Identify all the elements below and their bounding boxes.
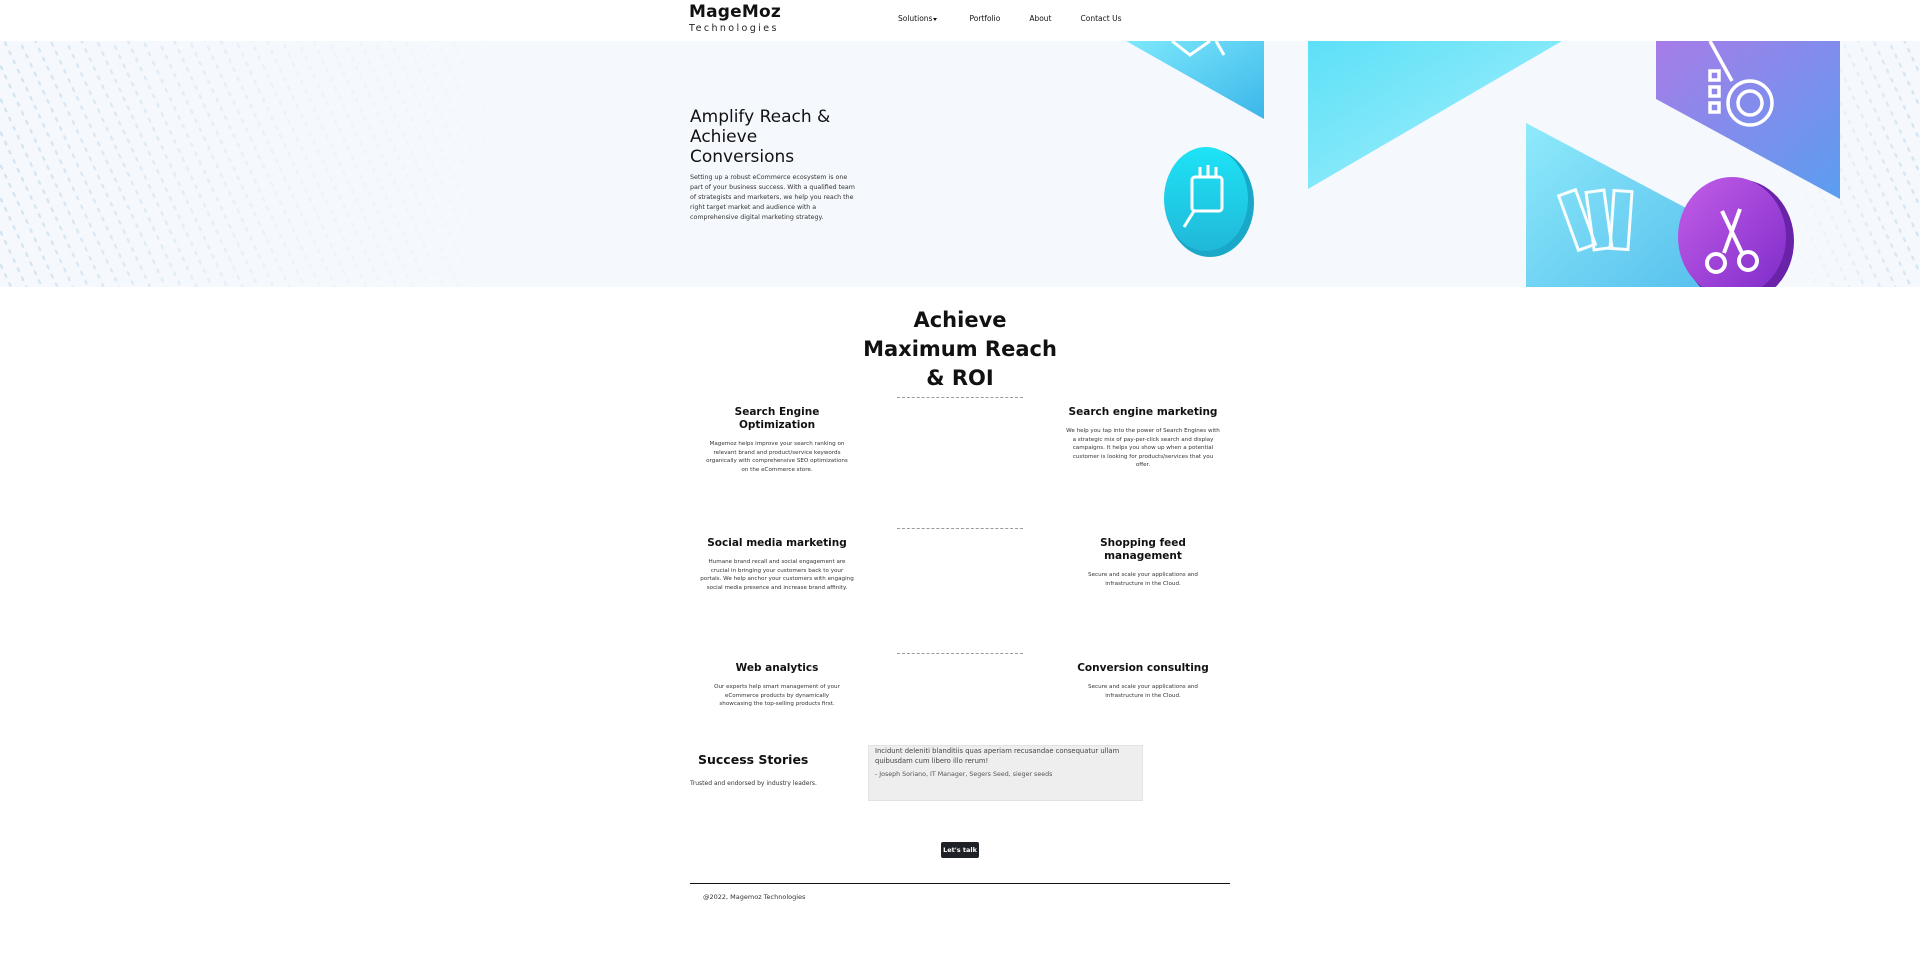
testimonial-card: Incidunt deleniti blanditiis quas aperia… xyxy=(868,745,1143,801)
hero-description: Setting up a robust eCommerce ecosystem … xyxy=(690,174,855,221)
hero-content: Amplify Reach & Achieve Conversions Sett… xyxy=(690,107,860,223)
nav-item-about[interactable]: About xyxy=(1029,14,1051,23)
divider xyxy=(897,653,1023,654)
footer-copyright: @2022, Magemoz Technologies xyxy=(703,893,806,901)
testimonial-quote: Incidunt deleniti blanditiis quas aperia… xyxy=(875,747,1120,765)
site-header: MageMoz Technologies Solutions Portfolio… xyxy=(0,0,1920,41)
service-description: Magemoz helps improve your search rankin… xyxy=(706,441,848,473)
chevron-down-icon xyxy=(933,17,938,21)
success-stories-subtitle: Trusted and endorsed by industry leaders… xyxy=(690,780,817,787)
testimonial-author: - Joseph Soriano, IT Manager, Segers See… xyxy=(875,771,1053,778)
service-card-sem: Search engine marketing We help you tap … xyxy=(1066,406,1220,470)
success-stories-title: Success Stories xyxy=(698,752,809,767)
service-title: Search engine marketing xyxy=(1068,406,1218,418)
brand-tagline: Technologies xyxy=(689,23,779,34)
service-description: Humane brand recall and social engagemen… xyxy=(700,559,854,591)
nav-item-contact[interactable]: Contact Us xyxy=(1081,14,1122,23)
service-title: Conversion consulting xyxy=(1077,662,1209,674)
services-section-title: Achieve Maximum Reach & ROI xyxy=(863,308,1057,390)
main-nav: Solutions Portfolio About Contact Us xyxy=(898,14,1121,23)
hero-banner: Amplify Reach & Achieve Conversions Sett… xyxy=(0,41,1920,287)
service-card-conversion: Conversion consulting Secure and scale y… xyxy=(1066,662,1220,700)
service-description: Secure and scale your applications and i… xyxy=(1088,572,1198,587)
service-title: Shopping feed management xyxy=(1100,537,1186,562)
service-card-seo: Search Engine Optimization Magemoz helps… xyxy=(700,406,854,474)
service-card-shopping-feed: Shopping feed management Secure and scal… xyxy=(1066,537,1220,588)
nav-label: Solutions xyxy=(898,14,933,23)
service-description: Secure and scale your applications and i… xyxy=(1088,684,1198,699)
service-description: Our experts help smart management of you… xyxy=(714,684,840,707)
nav-item-portfolio[interactable]: Portfolio xyxy=(969,14,1000,23)
service-card-analytics: Web analytics Our experts help smart man… xyxy=(700,662,854,709)
service-card-social: Social media marketing Humane brand reca… xyxy=(700,537,854,592)
hero-illustration xyxy=(1126,41,1840,287)
footer-divider xyxy=(690,883,1230,884)
service-description: We help you tap into the power of Search… xyxy=(1066,428,1220,468)
divider xyxy=(897,397,1023,398)
service-title: Social media marketing xyxy=(707,537,847,549)
nav-item-solutions[interactable]: Solutions xyxy=(898,14,938,23)
brand-logo[interactable]: MageMoz Technologies xyxy=(689,2,781,35)
divider xyxy=(897,528,1023,529)
brand-name: MageMoz xyxy=(689,2,781,22)
service-title: Search Engine Optimization xyxy=(734,406,820,431)
service-title: Web analytics xyxy=(735,662,819,674)
lets-talk-button[interactable]: Let's talk xyxy=(941,842,979,858)
hero-title: Amplify Reach & Achieve Conversions xyxy=(690,107,831,167)
